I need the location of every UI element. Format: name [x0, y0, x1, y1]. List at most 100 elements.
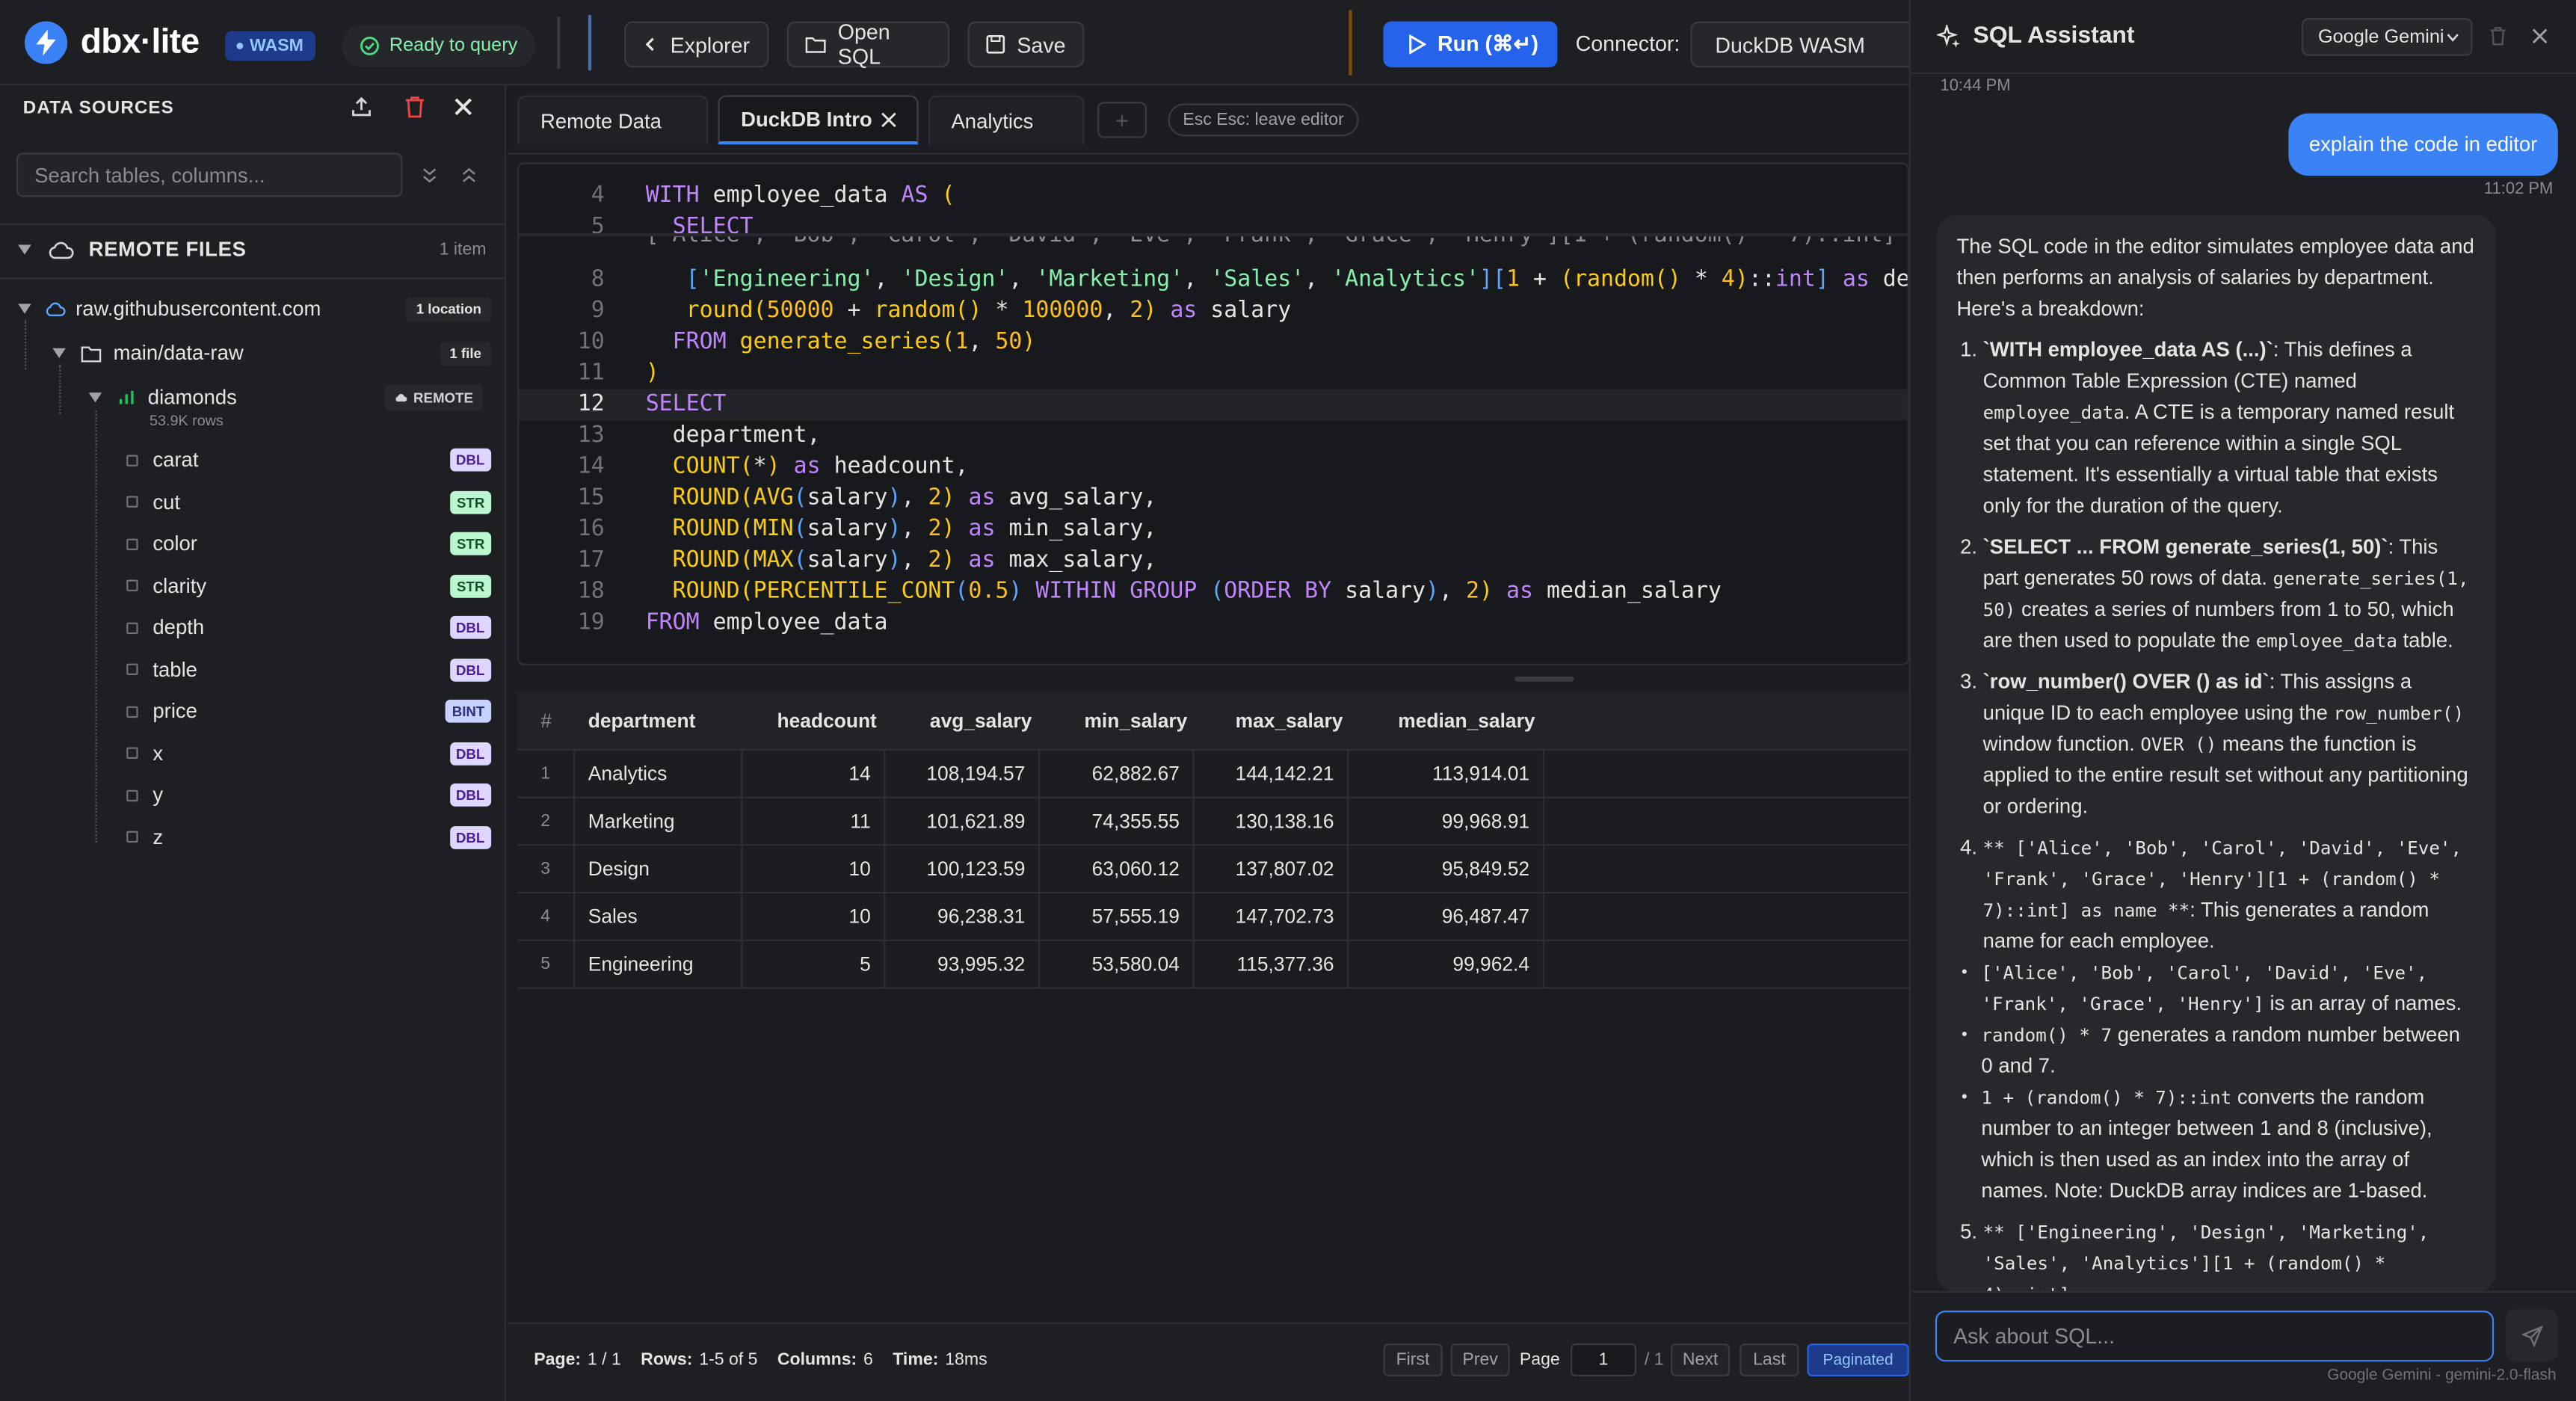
col-header-median-salary[interactable]: median_salary [1398, 692, 1535, 751]
bar-chart-icon [119, 390, 134, 404]
chat-input[interactable]: Ask about SQL... [1935, 1311, 2495, 1362]
chevron-down-icon [2447, 33, 2459, 41]
close-icon[interactable] [454, 97, 473, 117]
sql-assistant-panel: SQL Assistant Google Gemini 10:44 PM exp… [1908, 0, 2576, 1401]
top-toolbar: dbx·lite WASM Ready to query Explorer Op… [0, 0, 1938, 86]
column-item[interactable]: carat DBL [0, 443, 506, 476]
play-icon [1409, 34, 1426, 55]
close-icon[interactable] [2532, 28, 2548, 44]
splitter-handle[interactable] [1515, 677, 1574, 682]
column-type-badge: DBL [449, 615, 492, 639]
page-number-input[interactable]: 1 [1571, 1343, 1636, 1377]
connector-label: Connector: [1575, 31, 1680, 56]
connector-select[interactable]: DuckDB WASM [1690, 21, 1938, 68]
send-button[interactable] [2505, 1308, 2558, 1362]
cell-avg-salary: 101,621.89 [886, 798, 1041, 845]
column-icon [126, 705, 138, 717]
column-item[interactable]: z DBL [0, 820, 506, 853]
table-row[interactable]: 5 Engineering 5 93,995.32 53,580.04 115,377.3… [517, 940, 1909, 989]
editor-tabs: Remote Data DuckDB Intro Analytics + Esc… [508, 85, 1909, 155]
lightning-icon [36, 29, 56, 56]
column-icon [126, 747, 138, 759]
cell-department: Engineering [575, 940, 743, 988]
cell-max-salary: 130,138.16 [1195, 798, 1349, 845]
location-count-badge: 1 location [406, 296, 492, 321]
tab-remote-data[interactable]: Remote Data [517, 95, 709, 145]
table-row[interactable]: 2 Marketing 11 101,621.89 74,355.55 130,138.1… [517, 798, 1909, 846]
run-divider [1349, 10, 1352, 76]
column-item[interactable]: depth DBL [0, 611, 506, 644]
close-tab-icon[interactable] [881, 111, 897, 127]
column-name: clarity [152, 573, 207, 597]
column-item[interactable]: color STR [0, 527, 506, 560]
column-name: z [152, 825, 164, 849]
column-name: carat [152, 448, 199, 472]
save-button[interactable]: Save [967, 21, 1085, 68]
tab-duckdb-intro[interactable]: DuckDB Intro [718, 95, 919, 145]
first-page-button[interactable]: First [1383, 1343, 1443, 1377]
prev-page-button[interactable]: Prev [1450, 1343, 1510, 1377]
results-table: # department headcount avg_salary min_sa… [517, 691, 1909, 1323]
cell-median-salary: 96,487.47 [1349, 893, 1544, 940]
file-count-badge: 1 file [440, 340, 492, 366]
cell-headcount: 5 [742, 940, 886, 988]
last-page-button[interactable]: Last [1740, 1343, 1799, 1377]
user-message-time: 11:02 PM [2483, 180, 2554, 199]
col-header-min-salary[interactable]: min_salary [1084, 692, 1187, 751]
upload-icon[interactable] [350, 95, 373, 118]
col-header-department[interactable]: department [588, 692, 696, 751]
new-tab-button[interactable]: + [1097, 102, 1147, 138]
cell-median-salary: 99,968.91 [1349, 798, 1544, 845]
model-select[interactable]: Google Gemini [2301, 18, 2473, 56]
assistant-title: SQL Assistant [1973, 22, 2135, 49]
collapse-all-icon[interactable] [462, 167, 477, 184]
sql-editor[interactable]: 4 WITH employee_data AS ( 5 SELECT ['Alic… [517, 162, 1909, 665]
explorer-button[interactable]: Explorer [624, 21, 769, 68]
time-info: 18ms [945, 1349, 987, 1370]
tab-analytics[interactable]: Analytics [928, 95, 1085, 145]
search-input[interactable]: Search tables, columns... [16, 153, 403, 197]
cell-min-salary: 62,882.67 [1040, 751, 1195, 797]
remote-files-section[interactable]: REMOTE FILES 1 item [0, 232, 506, 268]
column-type-badge: STR [450, 532, 492, 555]
tree-table-diamonds[interactable]: diamonds REMOTE [0, 381, 506, 414]
column-icon [126, 663, 138, 675]
column-type-badge: STR [450, 573, 492, 597]
cell-max-salary: 147,702.73 [1195, 893, 1349, 940]
column-item[interactable]: price BINT [0, 695, 506, 727]
chevron-left-icon [645, 37, 654, 52]
send-icon [2521, 1324, 2542, 1346]
trash-icon[interactable] [404, 95, 426, 118]
table-row[interactable]: 4 Sales 10 96,238.31 57,555.19 147,702.73 96,4… [517, 893, 1909, 941]
app-logo [24, 21, 68, 64]
cell-headcount: 14 [742, 751, 886, 797]
col-header-max-salary[interactable]: max_salary [1236, 692, 1343, 751]
clear-chat-icon[interactable] [2489, 26, 2507, 46]
open-sql-button[interactable]: Open SQL [786, 19, 950, 69]
section-label: REMOTE FILES [88, 238, 247, 262]
paginated-toggle[interactable]: Paginated [1807, 1343, 1909, 1377]
column-item[interactable]: clarity STR [0, 569, 506, 602]
column-item[interactable]: cut STR [0, 485, 506, 518]
column-item[interactable]: table DBL [0, 653, 506, 686]
table-row[interactable]: 1 Analytics 14 108,194.57 62,882.67 144,142.2… [517, 751, 1909, 798]
column-icon [126, 579, 138, 591]
col-header-headcount[interactable]: headcount [777, 692, 877, 751]
run-button[interactable]: Run (⌘↵) [1383, 21, 1558, 68]
col-header-avg-salary[interactable]: avg_salary [930, 692, 1032, 751]
cell-min-salary: 63,060.12 [1040, 846, 1195, 892]
cell-headcount: 10 [742, 846, 886, 892]
save-icon [986, 35, 1005, 54]
next-page-button[interactable]: Next [1671, 1343, 1731, 1377]
editor-escape-hint: Esc Esc: leave editor [1168, 103, 1359, 137]
col-header-index[interactable]: # [517, 692, 575, 751]
table-row[interactable]: 3 Design 10 100,123.59 63,060.12 137,807.02 95… [517, 846, 1909, 894]
cell-min-salary: 57,555.19 [1040, 893, 1195, 940]
cell-median-salary: 113,914.01 [1349, 751, 1544, 797]
column-item[interactable]: y DBL [0, 778, 506, 811]
tree-folder[interactable]: main/data-raw 1 file [0, 336, 506, 369]
expand-all-icon[interactable] [422, 167, 437, 184]
caret-down-icon [88, 392, 102, 403]
column-item[interactable]: x DBL [0, 736, 506, 769]
tree-host[interactable]: raw.githubusercontent.com 1 location [0, 292, 506, 325]
